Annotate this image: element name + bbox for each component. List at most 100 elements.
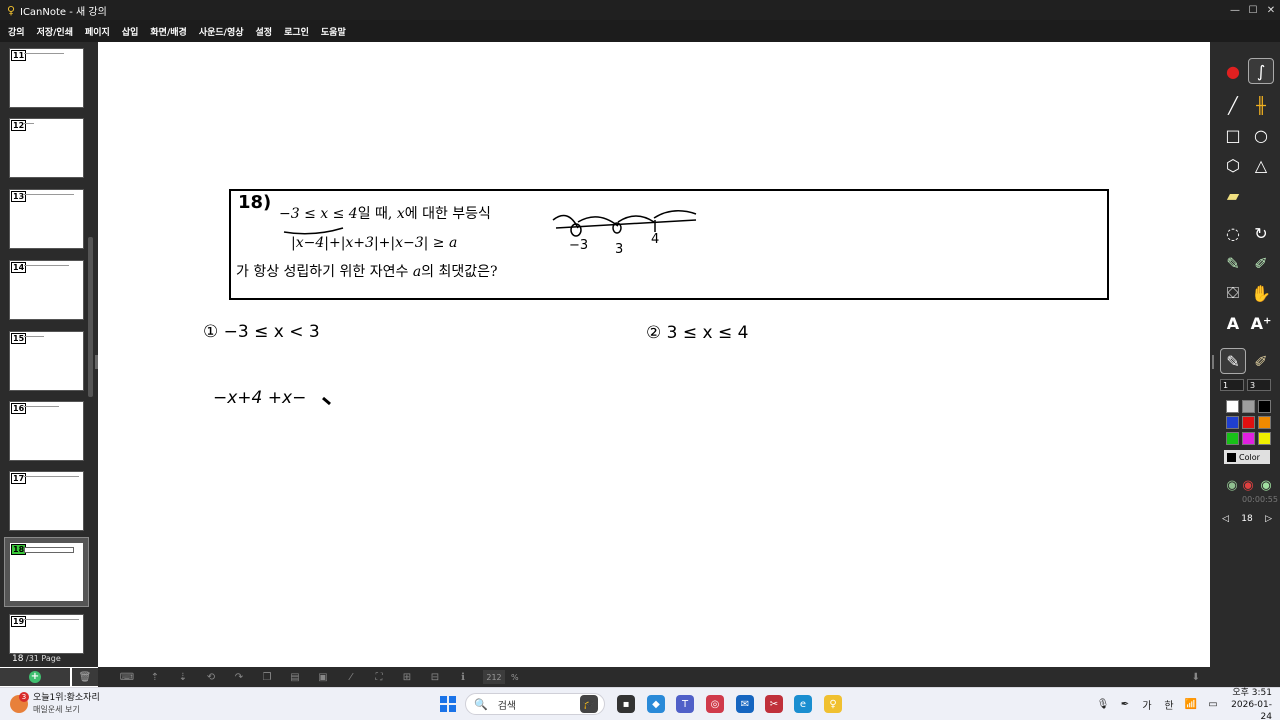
app-icon[interactable]: ◎ [706, 695, 724, 713]
text-tool-icon[interactable]: A [1220, 310, 1246, 336]
page-thumbnail-14[interactable]: 14 [9, 260, 84, 320]
snipping-icon[interactable]: ✂ [765, 695, 783, 713]
clock[interactable]: 오후 3:51 2026-01-24 [1224, 687, 1280, 720]
eraser-icon[interactable]: ✐ [1248, 348, 1274, 374]
menu-screen-background[interactable]: 화면/배경 [144, 20, 192, 42]
case-1-note: ① −3 ≤ x < 3 [203, 322, 320, 342]
graduation-cap-icon[interactable]: 🎓 [580, 695, 598, 713]
mail-icon[interactable]: ✉ [736, 695, 754, 713]
select-icon[interactable]: ▣ [309, 667, 337, 687]
edge-icon[interactable]: e [794, 695, 812, 713]
line-tool-icon[interactable]: ╱ [1220, 92, 1246, 118]
menu-save-print[interactable]: 저장/인쇄 [31, 20, 79, 42]
close-button[interactable]: ✕ [1262, 0, 1280, 20]
page-thumbnail-16[interactable]: 16 [9, 401, 84, 461]
ime-indicator[interactable]: 가 [1136, 697, 1158, 712]
zoom-input[interactable]: 212 [483, 670, 505, 684]
menu-insert[interactable]: 삽입 [116, 20, 145, 42]
triangle-tool-icon[interactable]: △ [1248, 152, 1274, 178]
menu-page[interactable]: 페이지 [79, 20, 116, 42]
plus-icon: + [29, 671, 41, 683]
color-swatch-magenta[interactable] [1242, 432, 1255, 445]
page-thumbnail-17[interactable]: 17 [9, 471, 84, 531]
page-thumbnail-11[interactable]: 11 [9, 48, 84, 108]
copy-icon[interactable]: ❐ [253, 667, 281, 687]
number-line-label: −3 [569, 238, 589, 253]
page-thumbnail-12[interactable]: 12 [9, 118, 84, 178]
color-swatch-black[interactable] [1258, 400, 1271, 413]
app-logo-icon: ♀ [6, 3, 16, 17]
pen-tray-icon[interactable]: ✒ [1114, 699, 1136, 710]
color-swatch-red[interactable] [1242, 416, 1255, 429]
shapes-icon[interactable]: ⛋ [1220, 280, 1246, 306]
color-swatch-gray[interactable] [1242, 400, 1255, 413]
next-page-icon[interactable]: ▷ [1265, 514, 1272, 524]
move-up-icon[interactable]: ⇡ [141, 667, 169, 687]
page-thumbnail-13[interactable]: 13 [9, 189, 84, 249]
hand-icon[interactable]: ✋ [1248, 280, 1274, 306]
handwriting-strokes [283, 210, 697, 406]
delete-page-button[interactable]: 🗑 [72, 668, 98, 686]
add-page-button[interactable]: + [0, 668, 70, 686]
minimize-button[interactable]: — [1226, 0, 1244, 20]
collapse-icon[interactable]: ⬇ [1192, 667, 1200, 687]
microphone-icon[interactable]: 🎙 [1092, 699, 1114, 710]
highlighter-icon[interactable]: ✎ [1220, 250, 1246, 276]
redo-icon[interactable]: ↷ [225, 667, 253, 687]
icannote-icon[interactable]: ♀ [824, 695, 842, 713]
record-icon[interactable]: ● [1220, 58, 1246, 84]
menu-help[interactable]: 도움말 [315, 20, 352, 42]
system-tray: 🎙 ✒ 가 한 📶 ▭ 오후 3:51 2026-01-24 [1092, 688, 1280, 720]
start-button[interactable] [440, 696, 456, 712]
fit-screen-icon[interactable]: ⛶ [365, 667, 393, 687]
refresh-icon[interactable]: ↻ [1248, 220, 1274, 246]
color-swatch-green[interactable] [1226, 432, 1239, 445]
language-indicator[interactable]: 한 [1158, 697, 1180, 712]
text-size-icon[interactable]: A⁺ [1248, 310, 1274, 336]
prev-page-icon[interactable]: ◁ [1222, 514, 1229, 524]
rectangle-tool-icon[interactable]: □ [1220, 122, 1246, 148]
size-select[interactable]: 3 [1247, 379, 1271, 391]
menu-lecture[interactable]: 강의 [2, 20, 31, 42]
wifi-icon[interactable]: 📶 [1180, 699, 1202, 710]
menu-sound-video[interactable]: 사운드/영상 [193, 20, 250, 42]
color-swatch-orange[interactable] [1258, 416, 1271, 429]
hexagon-tool-icon[interactable]: ⬡ [1220, 152, 1246, 178]
move-down-icon[interactable]: ⇣ [169, 667, 197, 687]
page-thumbnail-19[interactable]: 19 [9, 614, 84, 654]
grid-icon[interactable]: ⊞ [393, 667, 421, 687]
line-width-select[interactable]: 1 [1220, 379, 1244, 391]
teams-icon[interactable]: T [676, 695, 694, 713]
page-thumbnail-15[interactable]: 15 [9, 331, 84, 391]
thumbnail-scrollbar[interactable] [88, 237, 93, 397]
erase-icon[interactable]: ⁄ [337, 667, 365, 687]
page-navigator: ◁ 18 ▷ [1222, 512, 1272, 526]
menu-login[interactable]: 로그인 [278, 20, 315, 42]
lasso-select-icon[interactable]: ◌ [1220, 220, 1246, 246]
layout-icon[interactable]: ⊟ [421, 667, 449, 687]
color-swatch-yellow[interactable] [1258, 432, 1271, 445]
pen-icon[interactable]: ✎ [1220, 348, 1246, 374]
maximize-button[interactable]: ☐ [1244, 0, 1262, 20]
color-picker-button[interactable]: Color [1224, 450, 1270, 464]
undo-all-icon[interactable]: ⟲ [197, 667, 225, 687]
page-thumbnail-18[interactable]: 18 [9, 542, 84, 602]
color-swatch-blue[interactable] [1226, 416, 1239, 429]
marker-icon[interactable]: ✐ [1248, 250, 1274, 276]
copilot-icon[interactable]: ◆ [647, 695, 665, 713]
sticky-note-icon[interactable]: ▰ [1220, 182, 1246, 208]
number-line-label: 3 [615, 242, 624, 257]
paste-icon[interactable]: ▤ [281, 667, 309, 687]
color-swatch-white[interactable] [1226, 400, 1239, 413]
tool-panel-splitter[interactable] [1212, 355, 1214, 369]
file-explorer-icon[interactable]: ▪ [617, 695, 635, 713]
menu-settings[interactable]: 설정 [250, 20, 279, 42]
keyboard-icon[interactable]: ⌨ [113, 667, 141, 687]
battery-icon[interactable]: ▭ [1202, 699, 1224, 710]
freehand-pen-icon[interactable]: ∫ [1248, 58, 1274, 84]
weather-widget[interactable]: 3 오늘1위:황소자리 매일운세 보기 [10, 692, 100, 715]
circle-tool-icon[interactable]: ○ [1248, 122, 1274, 148]
info-icon[interactable]: ℹ [449, 667, 477, 687]
note-canvas[interactable]: 18) −3 ≤ x ≤ 4일 때, x에 대한 부등식 |x−4|+|x+3|… [98, 42, 1210, 667]
arrow-line-tool-icon[interactable]: ╫ [1248, 92, 1274, 118]
